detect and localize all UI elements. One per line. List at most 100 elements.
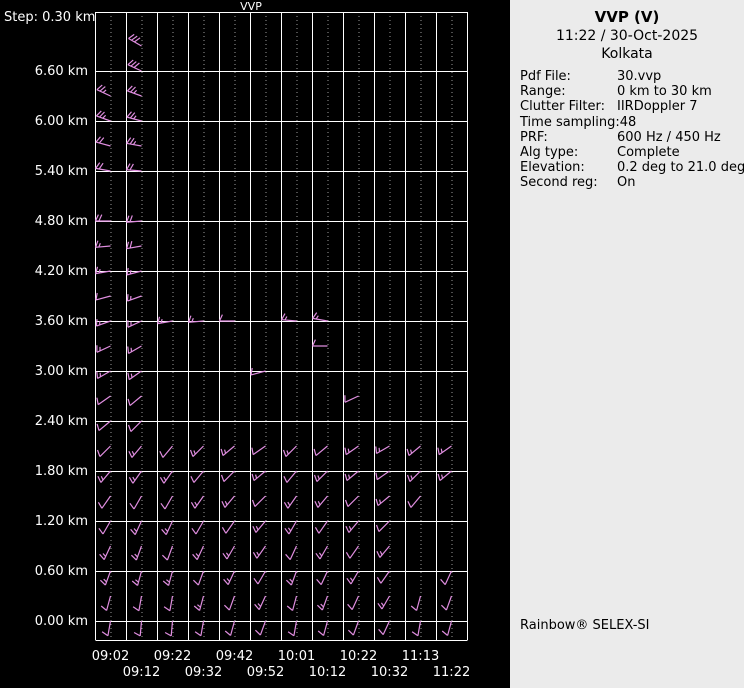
svg-text:09:32: 09:32	[185, 665, 222, 680]
wind-barb	[316, 595, 329, 611]
wind-barb	[194, 620, 205, 637]
wind-barb	[161, 545, 174, 561]
info-label: Second reg:	[520, 175, 598, 191]
info-label: Range:	[520, 84, 566, 100]
wind-barb	[95, 319, 111, 327]
wind-barb	[410, 595, 422, 611]
wind-barb	[440, 595, 453, 611]
vvp-chart: VVP Step: 0.30 km 6.60 km 6.00 km 5.40 km 4.8…	[4, 0, 470, 680]
chart-area: VVP Step: 0.30 km 6.60 km 6.00 km 5.40 km 4.8…	[0, 0, 510, 688]
svg-text:6.60 km: 6.60 km	[35, 64, 88, 79]
wind-barb	[347, 620, 360, 636]
wind-barb	[133, 620, 143, 637]
wind-barb	[128, 33, 142, 47]
wind-barb	[282, 445, 297, 458]
wind-barb	[437, 470, 452, 482]
wind-barb	[95, 266, 111, 275]
wind-barb	[157, 316, 173, 325]
wind-barb	[99, 545, 112, 560]
wind-barb	[221, 520, 235, 534]
wind-barb	[161, 520, 174, 535]
wind-barb	[376, 570, 390, 584]
wind-barb	[222, 545, 236, 560]
wind-barb	[95, 162, 111, 172]
wind-barb	[375, 520, 390, 533]
wind-barb	[313, 470, 328, 483]
svg-text:4.20 km: 4.20 km	[35, 264, 88, 279]
wind-barb	[287, 620, 298, 637]
wind-barb	[99, 570, 112, 586]
wind-barb	[220, 445, 235, 457]
info-label: Time sampling:	[520, 114, 620, 130]
wind-barb	[378, 620, 391, 635]
wind-barb	[96, 84, 111, 97]
wind-barb	[375, 445, 390, 455]
svg-text:11:22: 11:22	[433, 665, 470, 680]
info-row-prf: PRF: 600 Hz / 450 Hz	[520, 130, 744, 145]
x-axis-labels: 09:0209:1209:2209:3209:4209:5210:0110:12…	[92, 649, 470, 680]
wind-barb	[223, 570, 236, 585]
wind-barb	[406, 445, 421, 457]
svg-text:3.00 km: 3.00 km	[35, 364, 88, 379]
wind-barb	[163, 595, 174, 612]
wind-barb	[251, 445, 266, 456]
wind-barbs	[94, 33, 453, 637]
wind-barb	[315, 545, 329, 560]
wind-barb	[159, 445, 173, 458]
info-label: Pdf File:	[520, 69, 571, 84]
svg-text:09:42: 09:42	[216, 649, 253, 664]
wind-barb	[128, 445, 142, 458]
svg-text:1.20 km: 1.20 km	[35, 514, 88, 529]
wind-barb	[97, 470, 111, 483]
svg-text:0.00 km: 0.00 km	[35, 614, 88, 629]
wind-barb	[132, 595, 143, 612]
major-grid	[95, 12, 468, 641]
wind-barb	[252, 520, 266, 533]
info-panel: VVP (V) 11:22 / 30-Oct-2025 Kolkata Pdf …	[510, 0, 744, 688]
info-label: PRF:	[520, 129, 548, 145]
svg-text:09:22: 09:22	[154, 649, 191, 664]
wind-barb	[96, 370, 111, 380]
wind-barb	[96, 420, 111, 432]
wind-barb	[441, 620, 453, 636]
wind-barb	[224, 620, 236, 636]
wind-barb	[129, 495, 143, 510]
wind-barb	[375, 495, 390, 507]
wind-barb	[95, 240, 111, 248]
info-row-alg-type: Alg type: Complete	[520, 145, 744, 160]
wind-barb	[130, 545, 143, 561]
svg-text:09:52: 09:52	[247, 665, 284, 680]
wind-barb	[406, 470, 421, 483]
step-label: Step: 0.30 km	[4, 10, 95, 25]
wind-barb	[127, 420, 142, 433]
wind-barb	[223, 595, 236, 611]
info-value: 0.2 deg to 21.0 deg	[617, 160, 744, 176]
wind-barb	[253, 570, 267, 585]
wind-barb	[345, 520, 359, 533]
svg-text:6.00 km: 6.00 km	[35, 114, 88, 129]
chart-title: VVP	[240, 0, 262, 13]
svg-text:09:02: 09:02	[92, 649, 129, 664]
svg-text:0.60 km: 0.60 km	[35, 564, 88, 579]
wind-barb	[254, 620, 267, 636]
wind-barb	[191, 520, 205, 535]
wind-barb	[127, 370, 142, 381]
wind-barb	[316, 570, 329, 585]
wind-barb	[193, 595, 205, 611]
wind-barb	[126, 137, 142, 147]
wind-barb	[314, 520, 328, 534]
wind-barb	[95, 292, 111, 301]
wind-barb	[317, 620, 329, 636]
wind-barb	[100, 595, 112, 611]
svg-text:4.80 km: 4.80 km	[35, 214, 88, 229]
wind-barb	[254, 595, 267, 610]
wind-barb	[376, 545, 390, 558]
wind-barb	[128, 470, 142, 484]
wind-barb	[377, 595, 391, 610]
wind-barb	[251, 470, 266, 482]
wind-barb	[190, 470, 204, 483]
info-value: 48	[619, 114, 637, 130]
svg-text:1.80 km: 1.80 km	[35, 464, 88, 479]
wind-barb	[251, 495, 266, 508]
wind-barb	[437, 445, 452, 456]
